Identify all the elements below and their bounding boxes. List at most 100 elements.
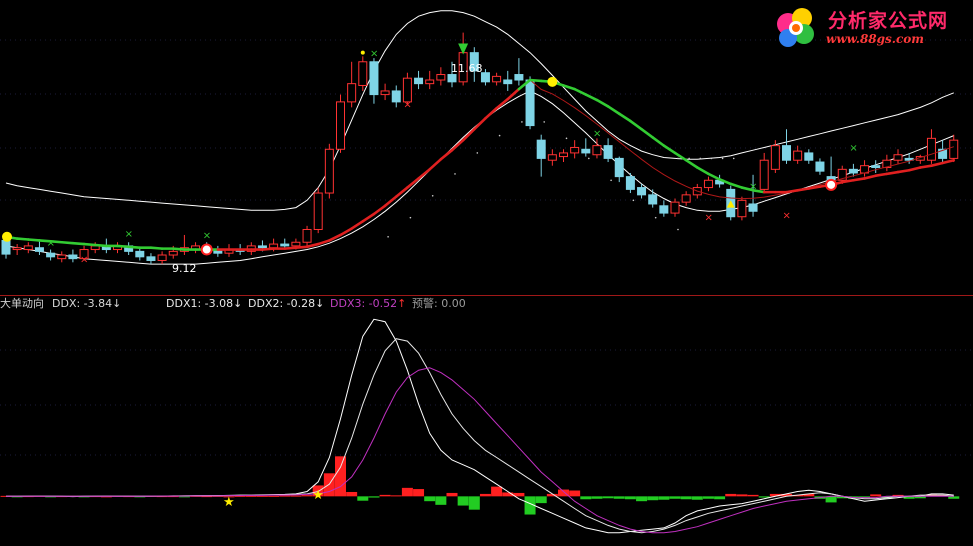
ddx1-down-arrow: ↓ xyxy=(233,297,243,310)
candle-body xyxy=(770,145,780,170)
candle-body xyxy=(68,254,78,260)
ddx-lines: ★ ★ xyxy=(6,318,954,534)
ddx3-up-arrow: ↑ xyxy=(397,297,407,310)
ddx-bar xyxy=(335,456,346,497)
x-marker: × xyxy=(47,238,55,249)
ddx-bar xyxy=(279,495,291,497)
ma-segment xyxy=(584,93,599,102)
candle-body xyxy=(525,79,535,127)
candle-body xyxy=(681,194,691,203)
indicator-name: 大单动向 xyxy=(0,297,44,310)
candle-body xyxy=(280,243,290,247)
candle-body xyxy=(648,194,658,205)
candle-body xyxy=(425,79,435,85)
trend-dot xyxy=(476,152,479,154)
star-marker: ★ xyxy=(223,495,235,510)
candle-body xyxy=(492,75,502,83)
candle-body xyxy=(146,256,156,261)
ma-segment xyxy=(863,174,878,180)
trend-dot xyxy=(654,216,657,219)
ddx-bar xyxy=(368,496,380,498)
candle-body xyxy=(748,203,758,212)
yellow-dot-marker xyxy=(2,231,12,242)
candle-body xyxy=(592,145,602,156)
stock-chart: ×× ×××××××× × ★ ★ 11.68 9.12 xyxy=(0,10,973,534)
candle-body xyxy=(302,228,312,243)
x-marker: × xyxy=(749,181,757,192)
candle-body xyxy=(793,150,803,161)
ma-segment xyxy=(885,170,900,176)
ddx-bar xyxy=(580,496,592,500)
trend-dot xyxy=(688,157,690,160)
ddx-bar xyxy=(647,496,659,501)
candle-body xyxy=(614,157,624,178)
ma-segment xyxy=(629,119,643,131)
candle-body xyxy=(893,154,903,161)
ddx-bar xyxy=(747,494,759,497)
candle-body xyxy=(291,241,301,247)
candle-body xyxy=(637,187,647,196)
x-marker: × xyxy=(370,48,378,59)
candle-body xyxy=(347,83,357,103)
ma-segment xyxy=(640,127,655,139)
ma-segment xyxy=(796,187,811,192)
ma-segment xyxy=(729,182,744,189)
ddx-bar xyxy=(435,496,447,505)
x-marker: × xyxy=(704,212,712,223)
candle-body xyxy=(514,74,524,81)
ma-segment xyxy=(651,136,666,147)
ma-segment xyxy=(930,161,944,167)
ma-segment xyxy=(606,105,621,116)
ddx-bar xyxy=(591,496,603,499)
ddx-bar xyxy=(401,487,413,497)
ma-trail-path xyxy=(5,79,954,250)
ma-segment xyxy=(941,158,956,165)
ddx-value: DDX: -3.84 xyxy=(52,297,113,310)
candle-body xyxy=(737,199,747,218)
candle-body xyxy=(257,245,267,249)
ma-segment xyxy=(595,98,610,108)
candle-body xyxy=(570,146,580,154)
candle-body xyxy=(480,72,490,83)
ddx-bar xyxy=(870,494,882,497)
candle-body xyxy=(157,254,167,261)
candle-body xyxy=(625,176,635,190)
candle-body xyxy=(391,90,401,103)
ddx-bar xyxy=(658,496,670,500)
candle-body xyxy=(358,61,368,86)
ma-segment xyxy=(807,185,822,190)
ddx-bar xyxy=(569,490,581,497)
trend-dot xyxy=(409,216,412,219)
candle-body xyxy=(503,79,513,85)
ma-segment xyxy=(874,172,889,178)
ma-segment xyxy=(283,246,298,250)
ddx-bar xyxy=(736,494,748,497)
candle-body xyxy=(46,252,56,258)
ma-segment xyxy=(450,138,465,152)
candle-body xyxy=(659,205,669,214)
candle-body xyxy=(759,159,769,190)
ddx-bar xyxy=(390,495,402,497)
ma-segment xyxy=(918,164,933,169)
ddx-bar xyxy=(602,496,614,499)
moving-average-line xyxy=(4,78,956,251)
logo-url: www.88gs.com xyxy=(826,32,924,46)
ddx-bar xyxy=(613,496,625,499)
ma-segment xyxy=(439,148,454,161)
ddx-bar xyxy=(379,494,391,497)
ma-segment xyxy=(472,116,487,131)
low-price-label: 9.12 xyxy=(172,262,197,275)
candle-body xyxy=(926,137,936,161)
ma-segment xyxy=(840,178,855,184)
x-marker: × xyxy=(125,229,133,240)
ma-segment xyxy=(294,245,309,250)
ddx2-down-arrow: ↓ xyxy=(315,297,325,310)
trend-dot xyxy=(677,228,679,231)
ddx-bar xyxy=(491,486,503,497)
ma-segment xyxy=(15,237,30,241)
candle-body xyxy=(848,168,858,174)
ddx-bar xyxy=(758,496,770,498)
ma-segment xyxy=(60,240,75,245)
ma-segment xyxy=(93,243,108,248)
trend-dot xyxy=(521,121,523,123)
